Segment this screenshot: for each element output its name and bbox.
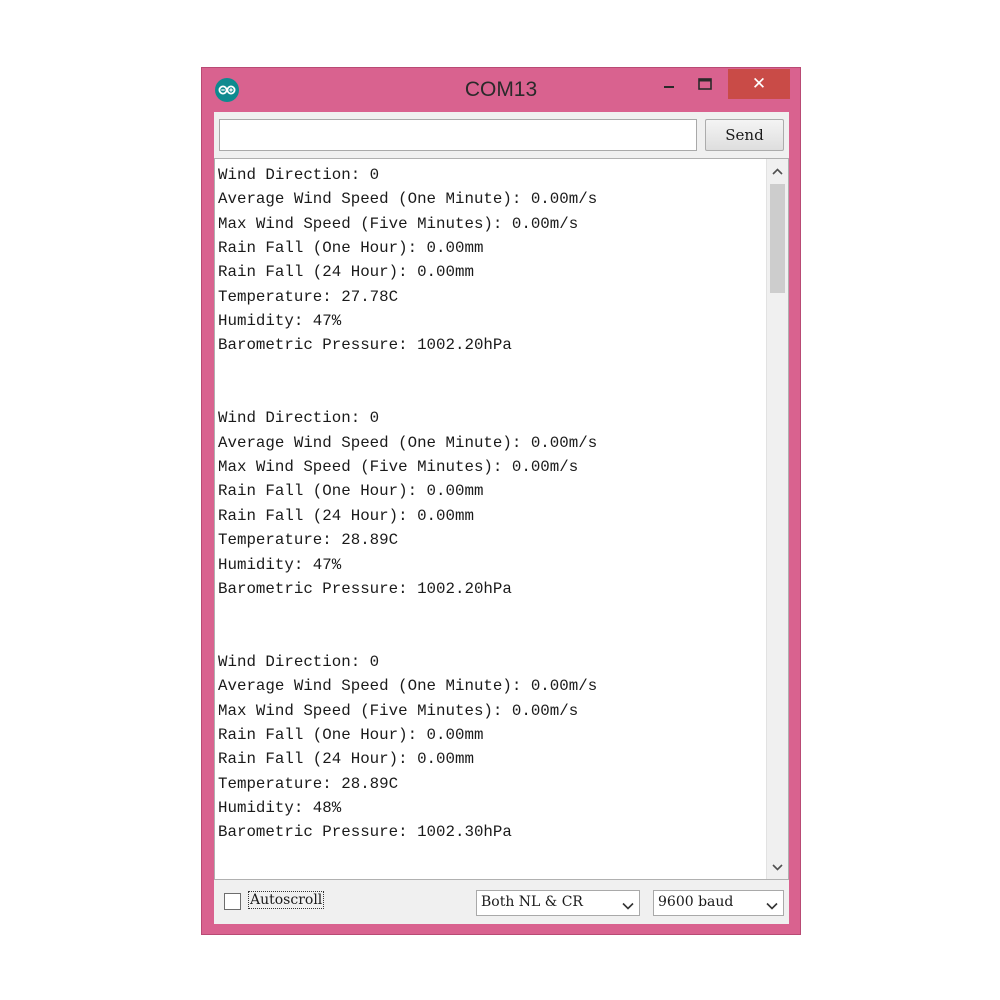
baud-rate-select[interactable]: 9600 baud [653,890,784,916]
autoscroll-checkbox[interactable] [224,893,241,910]
chevron-up-icon [772,162,783,180]
minimize-icon [663,75,675,94]
serial-input[interactable] [219,119,697,151]
output-line: Rain Fall (One Hour): 0.00mm [218,725,484,744]
vertical-scrollbar[interactable] [766,159,788,879]
output-line: Wind Direction: 0 [218,409,380,428]
baud-rate-value: 9600 baud [658,894,734,910]
output-line: Humidity: 48% [218,798,342,817]
serial-monitor-window: COM13 ✕ Send Wind Direction: 0 Average Wi… [201,67,801,935]
output-line: Rain Fall (One Hour): 0.00mm [218,482,484,501]
output-line: Rain Fall (24 Hour): 0.00mm [218,750,474,769]
title-bar[interactable]: COM13 ✕ [202,68,800,110]
output-line: Barometric Pressure: 1002.20hPa [218,336,512,355]
output-line: Humidity: 47% [218,555,342,574]
output-line: Temperature: 27.78C [218,287,399,306]
output-line: Barometric Pressure: 1002.30hPa [218,823,512,842]
scroll-up-button[interactable] [767,161,788,181]
line-ending-value: Both NL & CR [481,894,583,910]
chevron-down-icon [622,898,634,914]
output-line: Temperature: 28.89C [218,774,399,793]
output-line: Average Wind Speed (One Minute): 0.00m/s [218,677,598,696]
scroll-down-button[interactable] [767,857,788,877]
output-line: Rain Fall (24 Hour): 0.00mm [218,506,474,525]
serial-output-text: Wind Direction: 0 Average Wind Speed (One… [218,163,597,845]
serial-monitor-client: Send Wind Direction: 0 Average Wind Speed… [214,112,789,924]
output-line: Barometric Pressure: 1002.20hPa [218,579,512,598]
output-line: Rain Fall (24 Hour): 0.00mm [218,263,474,282]
output-line: Humidity: 47% [218,312,342,331]
chevron-down-icon [766,898,778,914]
output-line: Wind Direction: 0 [218,166,380,184]
output-line: Max Wind Speed (Five Minutes): 0.00m/s [218,701,579,720]
output-line: Wind Direction: 0 [218,652,380,671]
output-line: Average Wind Speed (One Minute): 0.00m/s [218,433,598,452]
chevron-down-icon [772,858,783,876]
line-ending-select[interactable]: Both NL & CR [476,890,640,916]
close-button[interactable]: ✕ [728,69,790,99]
minimize-button[interactable] [654,69,684,99]
output-line: Average Wind Speed (One Minute): 0.00m/s [218,190,598,209]
output-line: Rain Fall (One Hour): 0.00mm [218,239,484,258]
scroll-thumb[interactable] [770,184,785,293]
maximize-button[interactable] [690,69,720,99]
output-line: Max Wind Speed (Five Minutes): 0.00m/s [218,214,579,233]
close-icon: ✕ [751,74,767,94]
maximize-icon [698,75,712,94]
send-button[interactable]: Send [705,119,784,151]
status-bar: Autoscroll Both NL & CR 9600 baud [214,882,789,924]
output-line: Max Wind Speed (Five Minutes): 0.00m/s [218,458,579,477]
autoscroll-label[interactable]: Autoscroll [248,891,325,909]
output-line: Temperature: 28.89C [218,531,399,550]
serial-output[interactable]: Wind Direction: 0 Average Wind Speed (One… [214,158,789,880]
